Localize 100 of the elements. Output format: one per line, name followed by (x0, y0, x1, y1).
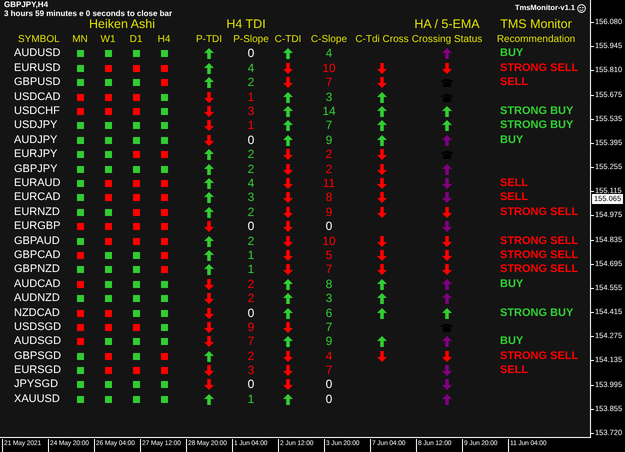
slope-value: 3 (248, 105, 254, 118)
recommendation: SELL (500, 76, 528, 90)
slope-value: 10 (322, 62, 336, 75)
symbol-name: EURGBP (14, 220, 60, 234)
column-header: MN (72, 32, 88, 47)
slope-value: 11 (322, 176, 336, 190)
slope-value: 5 (326, 248, 332, 262)
recommendation: STRONG BUY (500, 105, 574, 118)
slope-value: 7 (326, 76, 332, 90)
recommendation: BUY (500, 47, 524, 60)
column-header: C-Slope (310, 32, 348, 47)
group-header: TMS Monitor (500, 18, 572, 32)
slope-value: 1 (248, 90, 254, 104)
column-header: P-TDI (196, 32, 222, 47)
symbol-name: GBPAUD (14, 234, 60, 248)
slope-value: 0 (326, 378, 332, 392)
symbol-name: JPYSGD (14, 378, 58, 392)
slope-value: 8 (326, 191, 332, 204)
slope-value: 7 (248, 335, 254, 348)
slope-value: 1 (248, 248, 254, 262)
recommendation: STRONG BUY (500, 306, 574, 320)
column-header: SYMBOL (18, 32, 60, 47)
slope-value: 0 (248, 47, 254, 60)
slope-value: 1 (248, 392, 254, 406)
symbol-name: USDJPY (14, 119, 58, 132)
slope-value: 2 (326, 162, 332, 176)
symbol-name: EURCAD (14, 191, 60, 204)
column-header: C-TDI (274, 32, 302, 47)
symbol-name: GBPNZD (14, 263, 60, 276)
symbol-name: EURNZD (14, 206, 60, 219)
symbol-name: NZDCAD (14, 306, 60, 320)
slope-value: 14 (322, 105, 336, 118)
column-header: W1 (100, 32, 116, 47)
slope-value: 2 (248, 292, 254, 306)
slope-value: 7 (326, 364, 332, 378)
symbol-name: USDCAD (14, 90, 60, 104)
slope-value: 4 (248, 176, 254, 190)
symbol-name: GBPSGD (14, 350, 62, 363)
recommendation: SELL (500, 364, 528, 378)
group-header: HA / 5-EMA (414, 18, 480, 32)
slope-value: 0 (248, 306, 254, 320)
column-header: Recommendation (496, 32, 576, 47)
recommendation: BUY (500, 134, 524, 147)
smiley-icon (577, 4, 586, 12)
symbol-name: USDCHF (14, 105, 60, 118)
recommendation: STRONG SELL (500, 350, 578, 363)
slope-value: 9 (326, 206, 332, 219)
slope-value: 9 (326, 335, 332, 348)
recommendation: SELL (500, 191, 528, 204)
slope-value: 4 (326, 47, 332, 60)
slope-value: 7 (326, 263, 332, 276)
slope-value: 2 (248, 162, 254, 176)
slope-value: 3 (248, 364, 254, 378)
slope-value: 2 (248, 206, 254, 219)
symbol-name: AUDCAD (14, 278, 60, 291)
symbol-name: AUDNZD (14, 292, 60, 306)
slope-value: 2 (248, 148, 254, 162)
symbol-name: EURAUD (14, 176, 60, 190)
slope-value: 3 (326, 292, 332, 306)
symbol-name: USDSGD (14, 320, 62, 334)
column-header: H4 (158, 32, 170, 47)
column-header: P-Slope (233, 32, 269, 47)
slope-value: 7 (326, 320, 332, 334)
slope-value: 9 (248, 320, 254, 334)
symbol-timeframe: GBPJPY,H4 (4, 0, 50, 9)
slope-value: 0 (326, 220, 332, 234)
slope-value: 0 (248, 134, 254, 147)
slope-value: 0 (326, 392, 332, 406)
symbol-name: AUDUSD (14, 47, 60, 60)
slope-value: 1 (248, 263, 254, 276)
bar-countdown: 3 hours 59 minutes e 0 seconds to close bar (4, 9, 172, 18)
symbol-name: GBPJPY (14, 162, 58, 176)
slope-value: 2 (248, 76, 254, 90)
recommendation: STRONG BUY (500, 119, 574, 132)
slope-value: 2 (248, 350, 254, 363)
slope-value: 10 (322, 234, 336, 248)
symbol-name: EURJPY (14, 148, 58, 162)
recommendation: BUY (500, 335, 524, 348)
symbol-name: XAUUSD (14, 392, 60, 406)
slope-value: 2 (248, 278, 254, 291)
slope-value: 0 (248, 378, 254, 392)
symbol-name: EURUSD (14, 62, 60, 75)
slope-value: 3 (248, 191, 254, 204)
recommendation: SELL (500, 176, 528, 190)
column-header: Crossing Status (412, 32, 482, 47)
slope-value: 8 (326, 278, 332, 291)
group-header: Heiken Ashi (88, 18, 155, 32)
slope-value: 4 (326, 350, 332, 363)
recommendation: STRONG SELL (500, 263, 578, 276)
recommendation: STRONG SELL (500, 234, 578, 248)
slope-value: 9 (326, 134, 332, 147)
slope-value: 2 (326, 148, 332, 162)
group-header: H4 TDI (226, 18, 266, 32)
slope-value: 0 (248, 220, 254, 234)
slope-value: 7 (326, 119, 332, 132)
slope-value: 6 (326, 306, 332, 320)
slope-value: 2 (248, 234, 254, 248)
column-header: D1 (130, 32, 142, 47)
symbol-name: GBPUSD (14, 76, 60, 90)
recommendation: STRONG SELL (500, 62, 578, 75)
